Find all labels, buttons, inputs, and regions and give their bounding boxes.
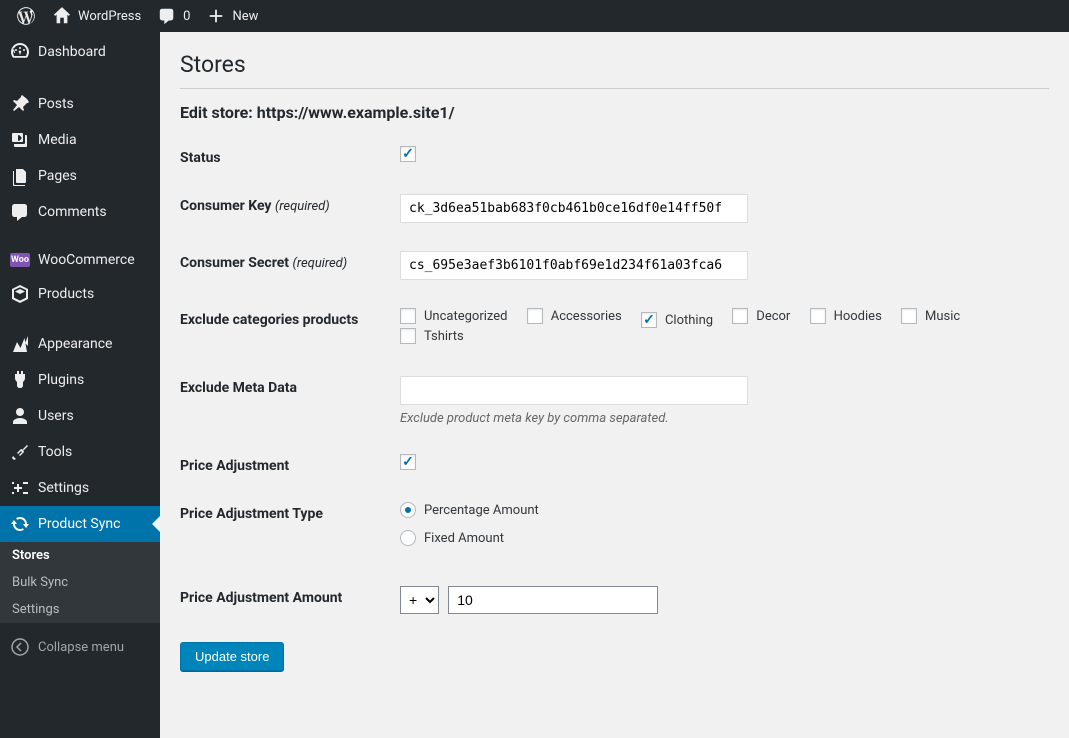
site-name-text: WordPress xyxy=(78,9,141,24)
exclude-meta-label: Exclude Meta Data xyxy=(180,376,400,396)
products-icon xyxy=(10,284,30,304)
page-icon xyxy=(10,166,30,186)
menu-label: Appearance xyxy=(38,336,112,352)
status-checkbox[interactable] xyxy=(400,146,416,162)
cat-accessories-checkbox[interactable] xyxy=(527,308,543,324)
menu-label: Plugins xyxy=(38,372,84,388)
adminbar-wordpress-logo[interactable] xyxy=(8,0,44,32)
dashboard-icon xyxy=(10,42,30,62)
menu-settings[interactable]: Settings xyxy=(0,470,160,506)
cat-clothing-checkbox[interactable] xyxy=(641,312,657,328)
main-content: Stores Edit store: https://www.example.s… xyxy=(160,32,1069,738)
menu-label: Media xyxy=(38,132,77,148)
menu-tools[interactable]: Tools xyxy=(0,434,160,470)
home-icon xyxy=(52,6,72,26)
menu-users[interactable]: Users xyxy=(0,398,160,434)
exclude-meta-description: Exclude product meta key by comma separa… xyxy=(400,411,1049,426)
consumer-secret-label: Consumer Secret (required) xyxy=(180,251,400,271)
new-label: New xyxy=(232,9,258,24)
divider xyxy=(180,88,1049,89)
menu-products[interactable]: Products xyxy=(0,276,160,312)
price-amount-label: Price Adjustment Amount xyxy=(180,586,400,606)
menu-label: Comments xyxy=(38,204,107,220)
sync-icon xyxy=(10,514,30,534)
status-label: Status xyxy=(180,146,400,166)
comments-count: 0 xyxy=(183,9,190,24)
menu-pages[interactable]: Pages xyxy=(0,158,160,194)
menu-woocommerce[interactable]: Woo WooCommerce xyxy=(0,244,160,276)
exclude-categories-field: Uncategorized Accessories Clothing Decor… xyxy=(400,308,1049,348)
price-adjustment-checkbox[interactable] xyxy=(400,454,416,470)
menu-label: Users xyxy=(38,408,74,424)
menu-comments[interactable]: Comments xyxy=(0,194,160,230)
submenu-settings[interactable]: Settings xyxy=(0,596,160,623)
menu-label: Tools xyxy=(38,444,72,460)
cat-hoodies-checkbox[interactable] xyxy=(810,308,826,324)
menu-label: Dashboard xyxy=(38,44,106,60)
tools-icon xyxy=(10,442,30,462)
cat-music-checkbox[interactable] xyxy=(901,308,917,324)
menu-plugins[interactable]: Plugins xyxy=(0,362,160,398)
collapse-label: Collapse menu xyxy=(38,640,124,655)
consumer-secret-input[interactable] xyxy=(400,251,748,280)
page-subtitle: Edit store: https://www.example.site1/ xyxy=(180,103,1049,122)
exclude-categories-label: Exclude categories products xyxy=(180,308,400,328)
menu-label: Pages xyxy=(38,168,77,184)
menu-product-sync[interactable]: Product Sync xyxy=(0,506,160,542)
cat-decor-checkbox[interactable] xyxy=(732,308,748,324)
consumer-key-input[interactable] xyxy=(400,194,748,223)
update-store-button[interactable]: Update store xyxy=(180,642,284,671)
appearance-icon xyxy=(10,334,30,354)
price-type-percentage-radio[interactable] xyxy=(400,502,416,518)
menu-posts[interactable]: Posts xyxy=(0,86,160,122)
submenu-bulk-sync[interactable]: Bulk Sync xyxy=(0,569,160,596)
menu-dashboard[interactable]: Dashboard xyxy=(0,32,160,72)
adminbar-site-name[interactable]: WordPress xyxy=(44,0,149,32)
menu-label: Settings xyxy=(38,480,89,496)
product-sync-submenu: Stores Bulk Sync Settings xyxy=(0,542,160,623)
page-title: Stores xyxy=(180,42,1049,82)
adminbar-comments[interactable]: 0 xyxy=(149,0,198,32)
adminbar-new[interactable]: New xyxy=(198,0,266,32)
comment-icon xyxy=(10,202,30,222)
cat-tshirts-checkbox[interactable] xyxy=(400,328,416,344)
comment-icon xyxy=(157,6,177,26)
woocommerce-icon: Woo xyxy=(10,253,30,267)
admin-sidebar: Dashboard Posts Media Pages Comments Woo… xyxy=(0,32,160,738)
consumer-key-label: Consumer Key (required) xyxy=(180,194,400,214)
wordpress-icon xyxy=(16,6,36,26)
collapse-icon xyxy=(10,637,30,657)
pin-icon xyxy=(10,94,30,114)
price-amount-sign-select[interactable]: + xyxy=(400,586,439,614)
menu-label: Posts xyxy=(38,96,74,112)
price-adjustment-label: Price Adjustment xyxy=(180,454,400,474)
menu-appearance[interactable]: Appearance xyxy=(0,326,160,362)
menu-label: Product Sync xyxy=(38,516,120,532)
menu-media[interactable]: Media xyxy=(0,122,160,158)
user-icon xyxy=(10,406,30,426)
plugin-icon xyxy=(10,370,30,390)
plus-icon xyxy=(206,6,226,26)
submenu-stores[interactable]: Stores xyxy=(0,542,160,569)
admin-bar: WordPress 0 New xyxy=(0,0,1069,32)
media-icon xyxy=(10,130,30,150)
price-type-fixed-radio[interactable] xyxy=(400,530,416,546)
cat-uncategorized-checkbox[interactable] xyxy=(400,308,416,324)
collapse-menu[interactable]: Collapse menu xyxy=(0,629,160,665)
settings-icon xyxy=(10,478,30,498)
menu-label: WooCommerce xyxy=(38,252,135,268)
menu-label: Products xyxy=(38,286,94,302)
price-type-label: Price Adjustment Type xyxy=(180,502,400,522)
price-amount-input[interactable] xyxy=(448,586,658,614)
exclude-meta-input[interactable] xyxy=(400,376,748,405)
